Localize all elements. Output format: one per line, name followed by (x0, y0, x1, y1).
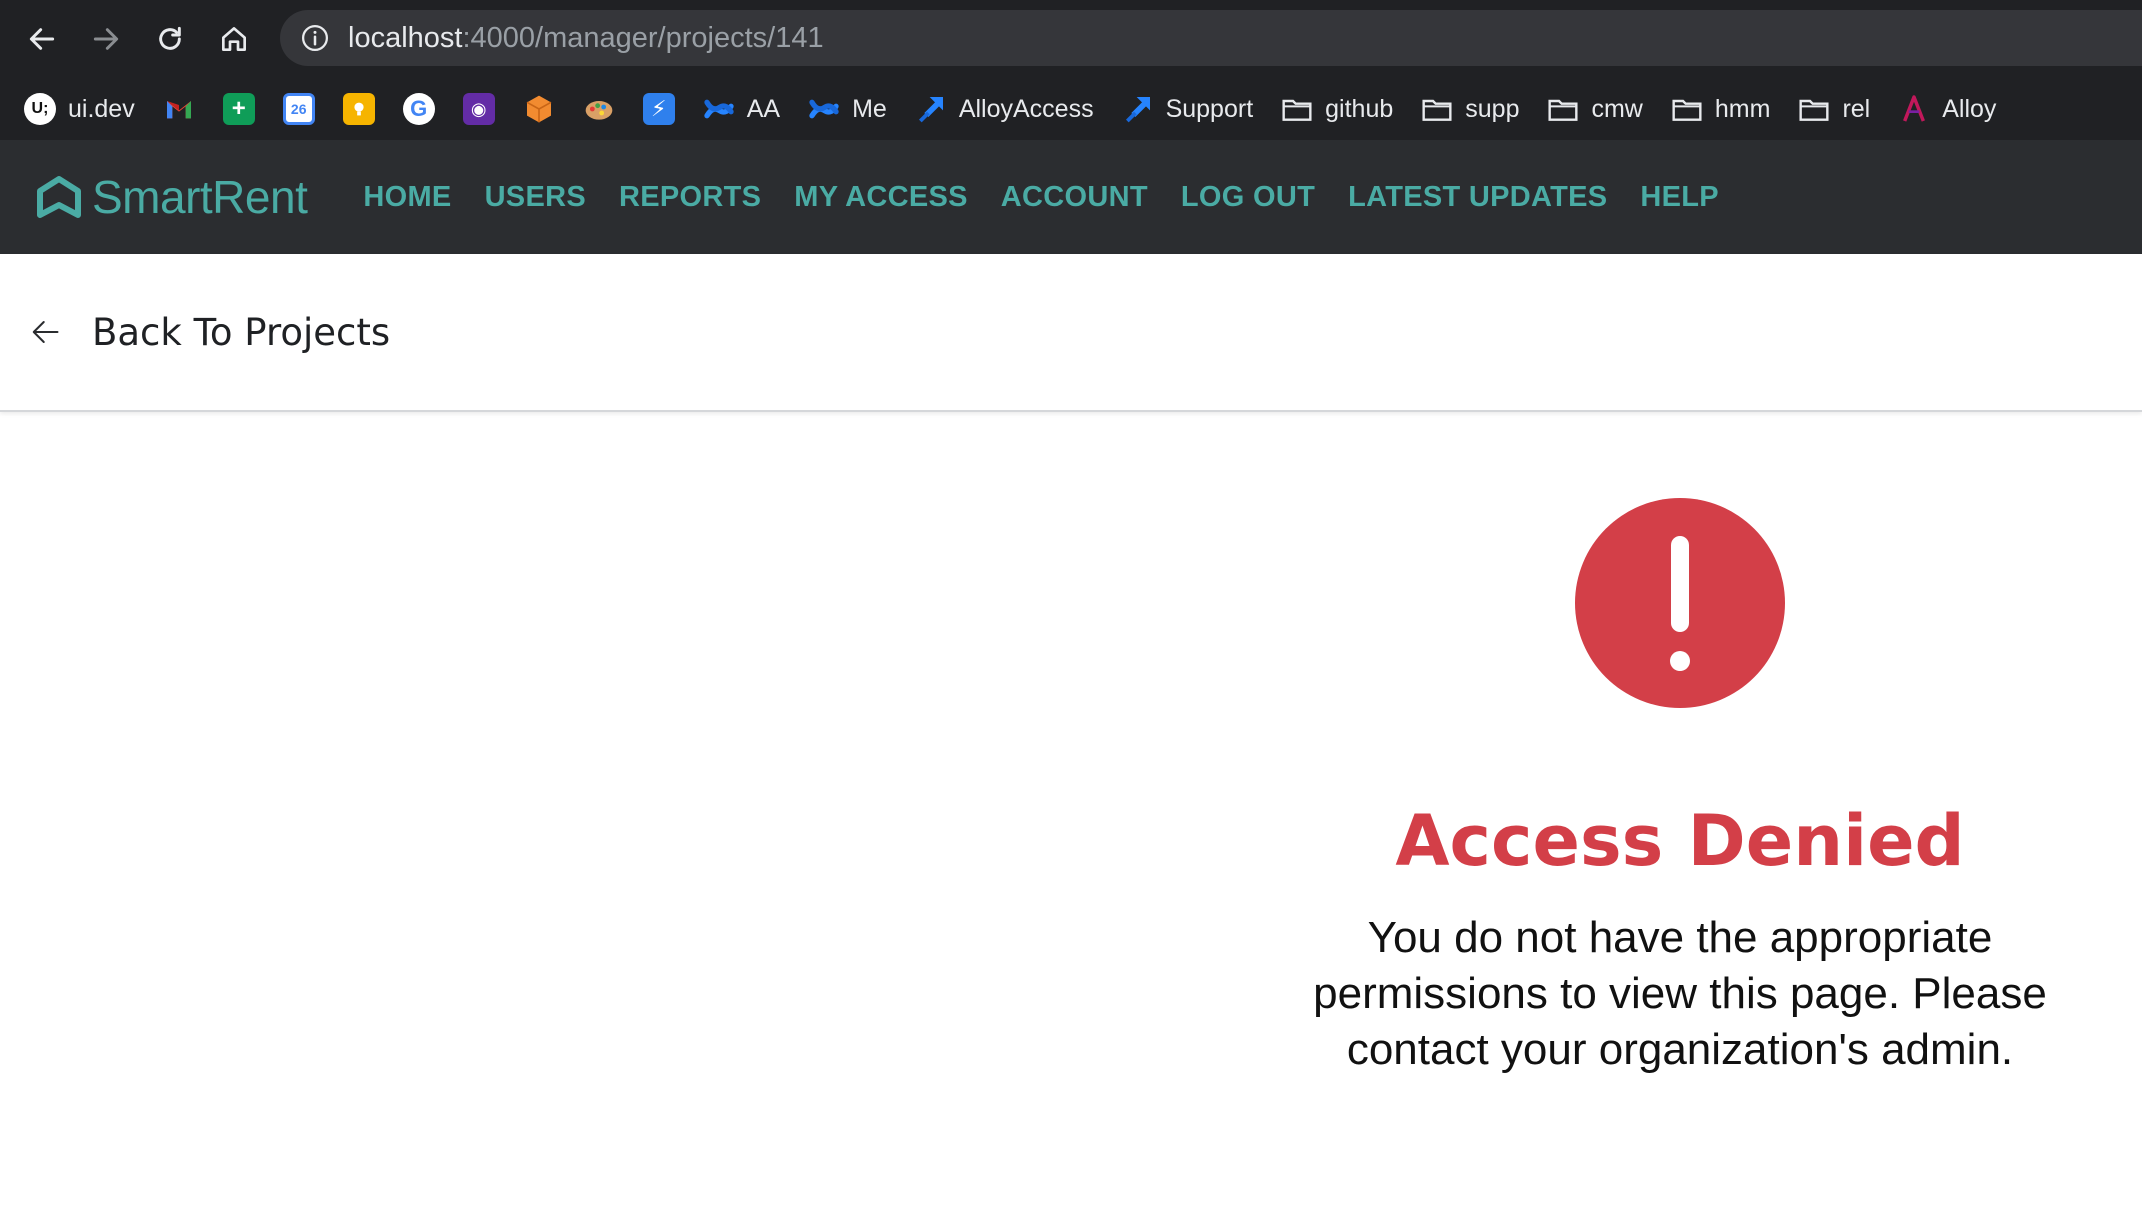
bookmark-bolt[interactable]: ⚡ (642, 93, 675, 125)
bookmark-gmail[interactable] (163, 93, 195, 125)
error-title: Access Denied (1395, 800, 1965, 882)
nav-home[interactable]: HOME (363, 181, 451, 214)
bookmark-label: github (1325, 94, 1394, 123)
nav-latest-updates[interactable]: LATEST UPDATES (1348, 181, 1607, 214)
folder-icon (1281, 93, 1313, 125)
alloy-icon (1898, 93, 1930, 125)
bolt-icon: ⚡ (642, 93, 675, 125)
bookmark-calendar[interactable]: 26 (282, 93, 315, 125)
bookmark-label: ui.dev (68, 94, 135, 123)
datadog-icon: ◉ (462, 93, 495, 125)
google-icon: G (402, 93, 435, 125)
bookmark-folder-hmm[interactable]: hmm (1671, 93, 1771, 125)
bookmark-google[interactable]: G (402, 93, 435, 125)
nav-my-access[interactable]: MY ACCESS (794, 181, 968, 214)
forward-arrow-icon[interactable] (86, 19, 126, 59)
folder-icon (1671, 93, 1703, 125)
folder-icon (1798, 93, 1830, 125)
nav-users[interactable]: USERS (485, 181, 586, 214)
bookmark-label: Support (1165, 94, 1254, 123)
jira-icon (915, 93, 947, 125)
exclamation-dot (1670, 651, 1690, 671)
confluence-icon (703, 93, 735, 125)
bookmark-label: AlloyAccess (958, 94, 1094, 123)
home-icon[interactable] (214, 19, 254, 59)
bookmark-label: Me (852, 94, 887, 123)
nav-account[interactable]: ACCOUNT (1001, 181, 1148, 214)
bookmark-folder-cmw[interactable]: cmw (1547, 93, 1643, 125)
exclamation-icon (1575, 498, 1785, 708)
folder-icon (1547, 93, 1579, 125)
bookmark-alloy[interactable]: Alloy (1898, 93, 1996, 125)
bookmark-label: rel (1842, 94, 1871, 123)
browser-chrome: localhost:4000/manager/projects/141 U; u… (0, 0, 2142, 140)
folder-icon (1421, 93, 1453, 125)
smartrent-logo-icon (37, 176, 81, 218)
gmail-icon (163, 93, 195, 125)
nav-reports[interactable]: REPORTS (619, 181, 761, 214)
bookmark-sheets[interactable]: + (222, 93, 255, 125)
bookmark-label: hmm (1714, 94, 1771, 123)
reload-icon[interactable] (150, 19, 190, 59)
url-host: localhost (348, 21, 463, 54)
back-label: Back To Projects (92, 310, 391, 354)
keep-icon (342, 93, 375, 125)
back-arrow-icon[interactable] (22, 19, 62, 59)
nav-help[interactable]: HELP (1640, 181, 1719, 214)
smartrent-logo[interactable]: SmartRent (36, 170, 308, 224)
bookmarks-bar: U; ui.dev + 26 G ◉ ⚡ AA Me AlloyAccess S… (0, 80, 2142, 138)
bookmark-folder-rel[interactable]: rel (1798, 93, 1870, 125)
bookmark-label: cmw (1591, 94, 1643, 123)
box-icon (523, 93, 555, 125)
bookmark-folder-supp[interactable]: supp (1421, 93, 1519, 125)
bookmark-me[interactable]: Me (808, 93, 887, 125)
sheets-icon: + (222, 93, 255, 125)
logo-text: SmartRent (92, 171, 308, 223)
exclamation-bar (1671, 536, 1689, 632)
site-info-icon[interactable] (300, 23, 330, 53)
bookmark-keep[interactable] (342, 93, 375, 125)
access-denied-panel: Access Denied You do not have the approp… (1260, 498, 2100, 1078)
bookmark-aa[interactable]: AA (703, 93, 780, 125)
bookmark-folder-github[interactable]: github (1281, 93, 1393, 125)
bookmark-label: AA (746, 94, 781, 123)
bookmark-label: supp (1465, 94, 1520, 123)
error-message: You do not have the appropriate permissi… (1313, 913, 2047, 1074)
url-path: :4000/manager/projects/141 (462, 21, 824, 54)
palette-icon (583, 93, 615, 125)
jira-icon (1122, 93, 1154, 125)
calendar-icon: 26 (282, 93, 315, 125)
back-to-projects-link[interactable]: Back To Projects (0, 254, 2142, 412)
bookmark-datadog[interactable]: ◉ (462, 93, 495, 125)
app-navbar: SmartRent HOME USERS REPORTS MY ACCESS A… (0, 140, 2142, 254)
ui-dev-icon: U; (24, 93, 56, 125)
bookmark-alloyaccess[interactable]: AlloyAccess (915, 93, 1094, 125)
confluence-icon (808, 93, 840, 125)
bookmark-ui-dev[interactable]: U; ui.dev (24, 93, 135, 125)
bookmark-support[interactable]: Support (1122, 93, 1254, 125)
nav-log-out[interactable]: LOG OUT (1181, 181, 1315, 214)
bookmark-label: Alloy (1942, 94, 1997, 123)
back-arrow-icon (32, 321, 59, 343)
bookmark-palette[interactable] (583, 93, 615, 125)
bookmark-box[interactable] (523, 93, 555, 125)
address-bar[interactable]: localhost:4000/manager/projects/141 (280, 10, 2142, 66)
